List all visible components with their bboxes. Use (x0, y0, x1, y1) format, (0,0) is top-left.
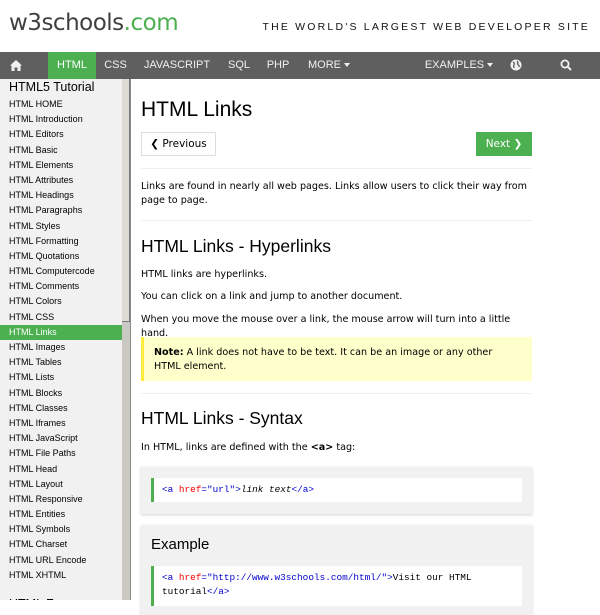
code-tag: </a> (291, 484, 314, 495)
sidebar-item[interactable]: HTML CSS (0, 310, 122, 325)
sidebar-item[interactable]: HTML URL Encode (0, 553, 122, 568)
syntax-paragraph: In HTML, links are defined with the <a> … (141, 441, 536, 455)
nav-css[interactable]: CSS (98, 52, 133, 79)
note-text: A link does not have to be text. It can … (154, 347, 493, 372)
sidebar-item[interactable]: HTML Images (0, 340, 122, 355)
nav-more-label: MORE (308, 59, 341, 71)
previous-button[interactable]: ❮ Previous (141, 132, 216, 156)
paragraph: HTML links are hyperlinks. (141, 269, 268, 280)
sidebar-item[interactable]: HTML Elements (0, 158, 122, 173)
sidebar-item[interactable]: HTML Entities (0, 507, 122, 522)
sidebar-item[interactable]: HTML Classes (0, 401, 122, 416)
sidebar-item[interactable]: HTML Basic (0, 143, 122, 158)
nav-search-button[interactable] (550, 52, 582, 79)
nav-php[interactable]: PHP (261, 52, 295, 79)
nav-html[interactable]: HTML (48, 52, 96, 79)
nav-more-dropdown[interactable]: MORE (301, 52, 357, 79)
sidebar-item[interactable]: HTML Colors (0, 294, 122, 309)
sidebar-item[interactable]: HTML Iframes (0, 416, 122, 431)
code-text: Visit our HTML (392, 572, 472, 583)
caret-down-icon (344, 63, 350, 68)
sidebar-item[interactable]: HTML Responsive (0, 492, 122, 507)
note-box: Note: A link does not have to be text. I… (141, 337, 532, 381)
logo-suffix: .com (123, 10, 179, 36)
nav-sql[interactable]: SQL (222, 52, 256, 79)
sidebar-scrollbar[interactable] (122, 79, 131, 600)
code-text: link text (240, 484, 292, 495)
code-value: "url" (207, 484, 236, 495)
paragraph: You can click on a link and jump to anot… (141, 291, 403, 302)
sidebar-item[interactable]: HTML JavaScript (0, 431, 122, 446)
sidebar-item[interactable]: HTML Comments (0, 279, 122, 294)
sidebar-next-section-title: HTML Forms (0, 596, 122, 600)
divider (141, 220, 532, 221)
code-tag: <a (162, 572, 174, 583)
example-code: <a href="http://www.w3schools.com/html/"… (151, 566, 522, 606)
sidebar-list: HTML HOME HTML Introduction HTML Editors HT… (0, 97, 122, 583)
sidebar-item[interactable]: HTML Tables (0, 355, 122, 370)
sidebar: HTML5 Tutorial HTML HOME HTML Introductio… (0, 79, 122, 600)
sidebar-item[interactable]: HTML HOME (0, 97, 122, 112)
sidebar-item[interactable]: HTML Links (0, 324, 122, 340)
sidebar-item[interactable]: HTML Styles (0, 219, 122, 234)
example-box: Example <a href="http://www.w3schools.co… (141, 525, 532, 615)
main-content: HTML Links ❮ Previous Next ❯ Links are f… (131, 79, 600, 615)
sidebar-item[interactable]: HTML Paragraphs (0, 203, 122, 218)
sidebar-item[interactable]: HTML Attributes (0, 173, 122, 188)
code-attr: href (173, 484, 202, 495)
sidebar-item[interactable]: HTML Head (0, 462, 122, 477)
nav-examples-label: EXAMPLES (424, 59, 485, 71)
sidebar-item[interactable]: HTML Introduction (0, 112, 122, 127)
sidebar-item[interactable]: HTML Blocks (0, 386, 122, 401)
sidebar-title: HTML5 Tutorial (9, 80, 95, 94)
sidebar-scrollbar-thumb[interactable] (122, 79, 130, 322)
code-value: "http://www.w3schools.com/html/" (207, 572, 388, 583)
code-tag: <a (162, 484, 174, 495)
page-title: HTML Links (141, 98, 253, 121)
logo-text: w3schools (9, 10, 124, 36)
sidebar-item[interactable]: HTML Formatting (0, 234, 122, 249)
section-heading-hyperlinks: HTML Links - Hyperlinks (141, 236, 331, 256)
globe-icon (510, 59, 522, 71)
sidebar-item[interactable]: HTML Editors (0, 127, 122, 142)
sidebar-item[interactable]: HTML Symbols (0, 522, 122, 537)
top-navigation: HTML CSS JAVASCRIPT SQL PHP MORE EXAMPLE… (0, 52, 600, 79)
divider (141, 168, 532, 169)
sidebar-item[interactable]: HTML Layout (0, 477, 122, 492)
site-header: w3schools.com THE WORLD'S LARGEST WEB DE… (0, 0, 600, 52)
site-logo[interactable]: w3schools.com (9, 10, 179, 36)
sidebar-item[interactable]: HTML Quotations (0, 249, 122, 264)
syntax-code-box: <a href="url">link text</a> (141, 467, 532, 514)
code-text: tutorial (162, 586, 208, 597)
sidebar-item[interactable]: HTML Computercode (0, 264, 122, 279)
nav-javascript[interactable]: JAVASCRIPT (138, 52, 216, 79)
nav-home-button[interactable] (0, 52, 31, 79)
example-title: Example (151, 536, 210, 553)
home-icon (9, 59, 22, 71)
nav-examples-dropdown[interactable]: EXAMPLES (420, 52, 498, 79)
sidebar-item[interactable]: HTML XHTML (0, 568, 122, 583)
note-label: Note: (154, 347, 184, 358)
text: In HTML, links are defined with the (141, 442, 311, 453)
sidebar-item[interactable]: HTML Headings (0, 188, 122, 203)
sidebar-item[interactable]: HTML File Paths (0, 446, 122, 461)
text: tag: (333, 442, 356, 453)
intro-paragraph: Links are found in nearly all web pages.… (141, 181, 527, 206)
syntax-code: <a href="url">link text</a> (151, 478, 522, 502)
nav-translate-button[interactable] (502, 52, 530, 79)
search-icon (560, 59, 572, 71)
sidebar-item[interactable]: HTML Lists (0, 370, 122, 385)
site-tagline: THE WORLD'S LARGEST WEB DEVELOPER SITE (262, 21, 590, 33)
code-tag: </a> (207, 586, 230, 597)
divider (141, 393, 532, 394)
code-attr: href (173, 572, 202, 583)
tag-text: <a> (310, 442, 334, 453)
next-button[interactable]: Next ❯ (476, 132, 532, 156)
section-heading-syntax: HTML Links - Syntax (141, 408, 303, 428)
sidebar-item[interactable]: HTML Charset (0, 537, 122, 552)
caret-down-icon (487, 63, 494, 68)
